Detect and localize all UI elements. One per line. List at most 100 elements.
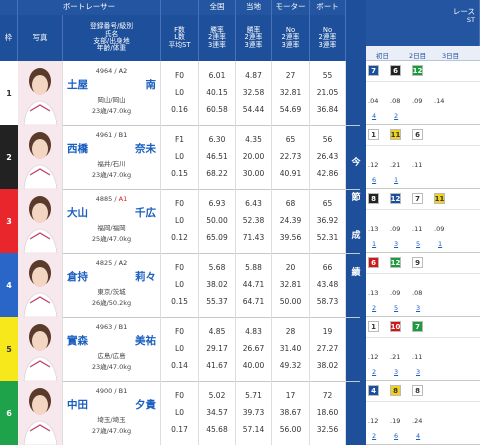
race-result-badge[interactable]: 4 — [368, 385, 379, 396]
race-link[interactable]: 3 — [394, 240, 398, 248]
race-result-badge[interactable]: 8 — [368, 193, 379, 204]
racer-avatar-icon — [18, 317, 62, 381]
motor-col: 65 22.73 40.91 — [272, 125, 310, 189]
waku-number: 2 — [0, 125, 18, 189]
racer-photo[interactable] — [18, 381, 63, 445]
racer-name-link[interactable]: 土屋 南 — [67, 77, 156, 92]
reg-number: 4900 — [95, 387, 113, 395]
race-link[interactable]: 1 — [438, 240, 442, 248]
boat-col: 72 18.60 32.56 — [310, 381, 346, 445]
race-result-value: 12 — [390, 258, 401, 267]
racer-photo[interactable] — [18, 317, 63, 381]
start-timing: .11 — [412, 225, 423, 233]
racer-class: B1 — [118, 131, 128, 139]
motor-3ren: 49.32 — [279, 361, 302, 370]
national-3ren: 41.67 — [206, 361, 228, 370]
f-count: F0 — [174, 327, 185, 336]
race-result-badge[interactable]: 7 — [412, 321, 423, 332]
motor-col: 28 31.40 49.32 — [272, 317, 310, 381]
subheader-local-label: 勝率 2連率 3連率 — [244, 25, 263, 49]
race-link[interactable]: 5 — [416, 240, 420, 248]
race-result-badge[interactable]: 8 — [412, 385, 423, 396]
racer-photo[interactable] — [18, 253, 63, 317]
motor-3ren: 39.56 — [279, 233, 302, 242]
avg-st: 0.12 — [171, 233, 188, 242]
race-result-badge[interactable]: 11 — [434, 193, 445, 204]
race-result-badge[interactable]: 6 — [390, 65, 401, 76]
race-link[interactable]: 4 — [372, 112, 376, 120]
racer-age-weight: 27歳/47.0kg — [91, 427, 132, 435]
header-boat-racer: ボートレーサー — [18, 0, 161, 15]
race-result-badge[interactable]: 1 — [368, 129, 379, 140]
race-link[interactable]: 2 — [372, 304, 376, 312]
f-count: F1 — [174, 135, 185, 144]
race-link[interactable]: 1 — [394, 176, 398, 184]
racer-surname: 實森 — [67, 335, 88, 347]
race-result-badge[interactable]: 8 — [390, 385, 401, 396]
racer-name-link[interactable]: 倉持 莉々 — [67, 269, 156, 284]
header-national-label: 全国 — [209, 2, 225, 12]
result-row: 6 12 9 .13 .09 .08 2 5 3 — [366, 253, 480, 317]
racer-name-link[interactable]: 實森 美祐 — [67, 333, 156, 348]
boat-no: 19 — [322, 327, 333, 336]
race-result-badge[interactable]: 11 — [390, 129, 401, 140]
local-col: 5.71 39.73 57.14 — [236, 381, 272, 445]
subheader-boat: No 2連率 3連率 — [310, 15, 346, 61]
reg-line: 4961 / B1 — [95, 131, 128, 139]
motor-2ren: 22.73 — [279, 152, 302, 161]
boat-3ren: 42.86 — [316, 169, 339, 178]
racer-photo[interactable] — [18, 189, 63, 253]
race-result-badge[interactable]: 12 — [412, 65, 423, 76]
race-result-badge[interactable]: 9 — [412, 257, 423, 268]
race-link[interactable]: 5 — [394, 304, 398, 312]
race-result-badge[interactable]: 1 — [368, 321, 379, 332]
race-result-badge[interactable]: 10 — [390, 321, 401, 332]
result-row: 1 11 6.12.21.11 6 1 — [366, 125, 480, 189]
race-link[interactable]: 4 — [416, 432, 420, 440]
start-timing: .12 — [368, 353, 379, 361]
boat-2ren: 18.60 — [316, 408, 339, 417]
race-result-badge[interactable]: 12 — [390, 257, 401, 268]
racer-info: 4885 / A1 大山 千広 福岡/福岡 25歳/47.0kg — [63, 189, 161, 253]
local-3ren: 40.00 — [242, 361, 265, 370]
race-link[interactable]: 6 — [394, 432, 398, 440]
race-result-badge[interactable]: 12 — [390, 193, 401, 204]
race-result-badge[interactable]: 7 — [412, 193, 423, 204]
racer-name-link[interactable]: 西橋 奈未 — [67, 141, 156, 156]
local-2ren: 26.67 — [242, 344, 265, 353]
racer-name-link[interactable]: 大山 千広 — [67, 205, 156, 220]
race-result-badge[interactable]: 7 — [368, 65, 379, 76]
racer-row: 5 4963 / B1 實森 美祐 広島/広島 23歳/47.0kg F0 L0 … — [0, 317, 360, 382]
race-link[interactable]: 3 — [416, 368, 420, 376]
waku-label: 2 — [6, 152, 12, 162]
racer-photo[interactable] — [18, 61, 63, 125]
race-result-value: 7 — [415, 322, 420, 331]
start-timing: .12 — [368, 417, 379, 425]
race-result-value: 6 — [393, 66, 398, 75]
national-col: 6.30 46.51 68.22 — [199, 125, 236, 189]
racer-avatar-icon — [18, 253, 62, 317]
race-link[interactable]: 6 — [372, 176, 376, 184]
race-link[interactable]: 2 — [394, 112, 398, 120]
racer-photo[interactable] — [18, 125, 63, 189]
race-link[interactable]: 3 — [394, 368, 398, 376]
race-link[interactable]: 2 — [372, 432, 376, 440]
race-link[interactable]: 2 — [372, 368, 376, 376]
race-result-badge[interactable]: 6 — [368, 257, 379, 268]
racer-branch: 埼玉/埼玉 — [97, 416, 126, 424]
national-2ren: 50.00 — [206, 216, 228, 225]
start-timing: .09 — [434, 225, 445, 233]
results-header-st: ST — [466, 15, 475, 24]
race-link[interactable]: 3 — [416, 304, 420, 312]
reg-line: 4825 / A2 — [95, 259, 128, 267]
race-result-badge[interactable]: 6 — [412, 129, 423, 140]
racer-name-link[interactable]: 中田 夕貴 — [67, 397, 156, 412]
race-link[interactable]: 1 — [372, 240, 376, 248]
national-win-rate: 4.85 — [208, 327, 226, 336]
header-motor: モーター — [272, 0, 310, 15]
motor-3ren: 40.91 — [279, 169, 302, 178]
race-result-value: 4 — [371, 386, 376, 395]
racer-given-name: 夕貴 — [135, 399, 156, 411]
race-result-value: 6 — [371, 258, 376, 267]
subheader-boat-label: No 2連率 3連率 — [318, 25, 337, 49]
